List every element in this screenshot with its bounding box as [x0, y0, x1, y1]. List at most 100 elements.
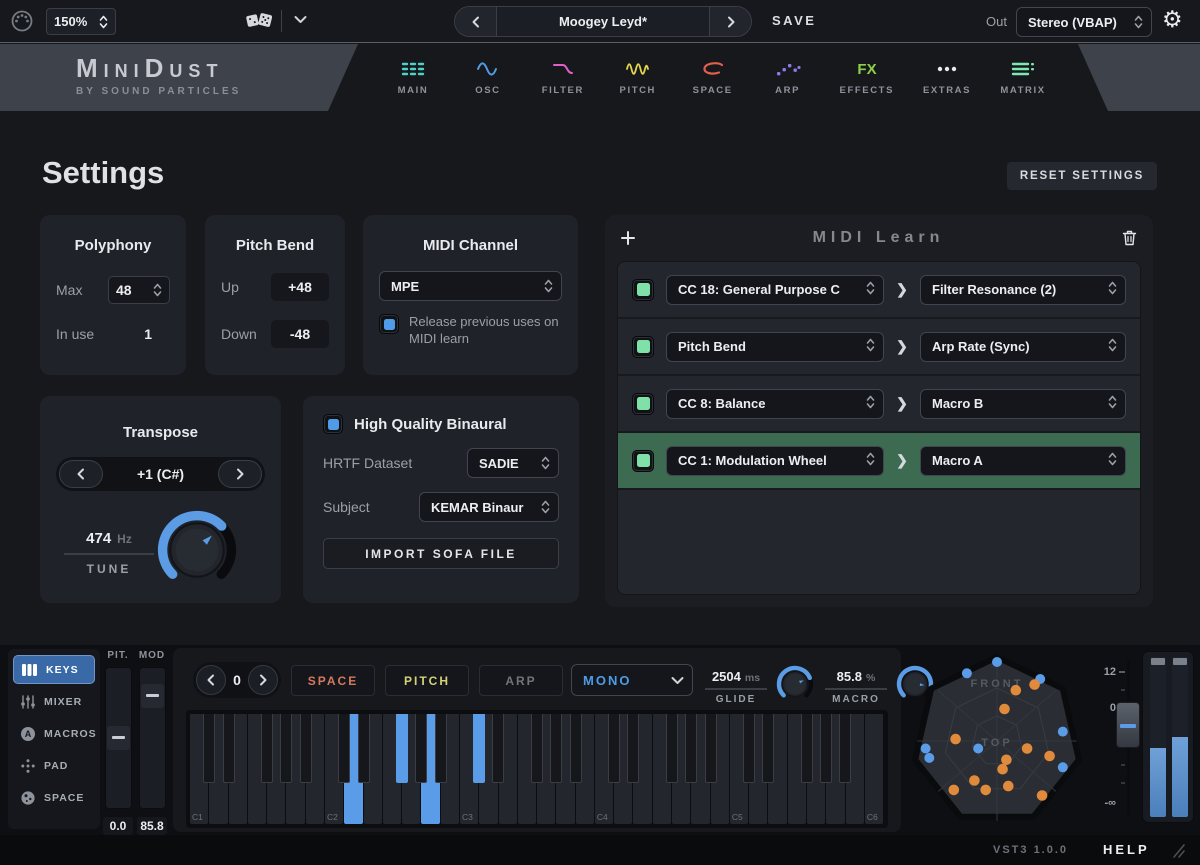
space-visualizer[interactable]: FRONTTOP: [903, 647, 1091, 833]
black-key-gs5[interactable]: [820, 714, 832, 783]
tab-matrix[interactable]: MATRIX: [1000, 60, 1046, 96]
black-key-gs1[interactable]: [280, 714, 292, 783]
black-key-ds5[interactable]: [762, 714, 774, 783]
sidebar-item-space[interactable]: SPACE: [13, 783, 95, 812]
tab-pitch[interactable]: PITCH: [615, 60, 661, 96]
bend-down-value[interactable]: -48: [271, 320, 329, 348]
black-key-ds4[interactable]: [627, 714, 639, 783]
wheel-handle[interactable]: [107, 726, 130, 750]
black-key-gs3[interactable]: [550, 714, 562, 783]
mapping-enabled-checkbox[interactable]: [632, 336, 654, 358]
black-key-cs2[interactable]: [338, 714, 350, 783]
tab-main[interactable]: MAIN: [390, 60, 436, 96]
wheel-track[interactable]: [105, 667, 132, 809]
tab-extras[interactable]: EXTRAS: [923, 60, 971, 96]
transpose-next-button[interactable]: [218, 460, 262, 488]
black-key-cs4[interactable]: [608, 714, 620, 783]
resize-handle-icon[interactable]: [1168, 843, 1186, 859]
polyphony-max-stepper[interactable]: 48: [108, 276, 170, 304]
mapping-source-select[interactable]: CC 8: Balance: [666, 389, 884, 419]
save-button[interactable]: SAVE: [772, 13, 816, 28]
mapping-target-select[interactable]: Macro A: [920, 446, 1126, 476]
mapping-source-select[interactable]: CC 18: General Purpose C: [666, 275, 884, 305]
subject-select[interactable]: KEMAR Binaur: [419, 492, 559, 522]
black-key-cs1[interactable]: [203, 714, 215, 783]
hrtf-dataset-select[interactable]: SADIE: [467, 448, 559, 478]
bend-up-value[interactable]: +48: [271, 273, 329, 301]
octave-up-button[interactable]: [248, 665, 278, 695]
sidebar-item-keys[interactable]: KEYS: [13, 655, 95, 684]
midi-learn-row[interactable]: Pitch Bend❯Arp Rate (Sync): [618, 319, 1140, 376]
release-previous-checkbox[interactable]: [379, 314, 399, 334]
black-key-fs1[interactable]: [261, 714, 273, 783]
settings-gear-icon[interactable]: ⚙: [1162, 8, 1183, 31]
sidebar-item-macros[interactable]: AMACROS: [13, 719, 95, 748]
glide-value[interactable]: 2504: [712, 669, 741, 684]
black-key-gs2[interactable]: [415, 714, 427, 783]
black-key-fs3[interactable]: [531, 714, 543, 783]
voice-mode-select[interactable]: MONO: [571, 664, 693, 696]
black-key-gs4[interactable]: [685, 714, 697, 783]
mode-button-arp[interactable]: ARP: [479, 665, 563, 696]
delete-mapping-icon[interactable]: [1122, 230, 1137, 246]
black-key-cs3[interactable]: [473, 714, 485, 783]
preset-name[interactable]: Moogey Leyd*: [497, 14, 709, 29]
help-button[interactable]: HELP: [1103, 842, 1150, 857]
grid-icon: [400, 60, 426, 78]
reset-settings-button[interactable]: RESET SETTINGS: [1007, 162, 1157, 190]
glide-knob[interactable]: [775, 664, 815, 709]
white-key-c6[interactable]: C6: [865, 714, 883, 824]
black-key-fs5[interactable]: [801, 714, 813, 783]
tune-knob[interactable]: [154, 507, 240, 598]
mapping-enabled-checkbox[interactable]: [632, 450, 654, 472]
black-key-as1[interactable]: [300, 714, 312, 783]
mapping-target-select[interactable]: Arp Rate (Sync): [920, 332, 1126, 362]
black-key-as4[interactable]: [705, 714, 717, 783]
macro-value[interactable]: 85.8: [837, 669, 862, 684]
transpose-prev-button[interactable]: [59, 460, 103, 488]
randomize-dice-icon[interactable]: [246, 10, 272, 32]
mode-button-pitch[interactable]: PITCH: [385, 665, 469, 696]
high-quality-binaural-checkbox[interactable]: [323, 414, 343, 434]
output-select[interactable]: Stereo (VBAP): [1016, 7, 1152, 37]
midi-learn-row[interactable]: CC 8: Balance❯Macro B: [618, 376, 1140, 433]
chevron-down-icon[interactable]: [294, 15, 307, 24]
black-key-ds2[interactable]: [358, 714, 370, 783]
midi-learn-row[interactable]: CC 1: Modulation Wheel❯Macro A: [618, 433, 1140, 490]
mapping-enabled-checkbox[interactable]: [632, 393, 654, 415]
mapping-source-select[interactable]: Pitch Bend: [666, 332, 884, 362]
tab-arp[interactable]: ARP: [765, 60, 811, 96]
midi-learn-row[interactable]: CC 18: General Purpose C❯Filter Resonanc…: [618, 262, 1140, 319]
zoom-level-control[interactable]: 150%: [46, 8, 116, 35]
black-key-as5[interactable]: [839, 714, 851, 783]
preset-next-button[interactable]: [709, 7, 751, 36]
add-mapping-icon[interactable]: [621, 231, 635, 245]
tab-effects[interactable]: FXEFFECTS: [840, 60, 894, 96]
tab-space[interactable]: SPACE: [690, 60, 736, 96]
black-key-as3[interactable]: [570, 714, 582, 783]
midi-input-icon[interactable]: [10, 9, 34, 33]
wheel-track[interactable]: [139, 667, 166, 809]
import-sofa-file-button[interactable]: IMPORT SOFA FILE: [323, 538, 559, 569]
tune-value[interactable]: 474: [86, 530, 111, 547]
black-key-as2[interactable]: [435, 714, 447, 783]
mapping-source-select[interactable]: CC 1: Modulation Wheel: [666, 446, 884, 476]
black-key-ds1[interactable]: [223, 714, 235, 783]
wheel-handle[interactable]: [141, 684, 164, 708]
tab-osc[interactable]: OSC: [465, 60, 511, 96]
sidebar-item-pad[interactable]: PAD: [13, 751, 95, 780]
tab-filter[interactable]: FILTER: [540, 60, 586, 96]
volume-fader-handle[interactable]: [1116, 702, 1140, 748]
mapping-target-select[interactable]: Filter Resonance (2): [920, 275, 1126, 305]
midi-channel-select[interactable]: MPE: [379, 271, 562, 301]
black-key-fs4[interactable]: [666, 714, 678, 783]
preset-prev-button[interactable]: [455, 7, 497, 36]
black-key-fs2[interactable]: [396, 714, 408, 783]
mapping-enabled-checkbox[interactable]: [632, 279, 654, 301]
black-key-ds3[interactable]: [492, 714, 504, 783]
mapping-target-select[interactable]: Macro B: [920, 389, 1126, 419]
mode-button-space[interactable]: SPACE: [291, 665, 375, 696]
octave-down-button[interactable]: [196, 665, 226, 695]
sidebar-item-mixer[interactable]: MIXER: [13, 687, 95, 716]
black-key-cs5[interactable]: [743, 714, 755, 783]
